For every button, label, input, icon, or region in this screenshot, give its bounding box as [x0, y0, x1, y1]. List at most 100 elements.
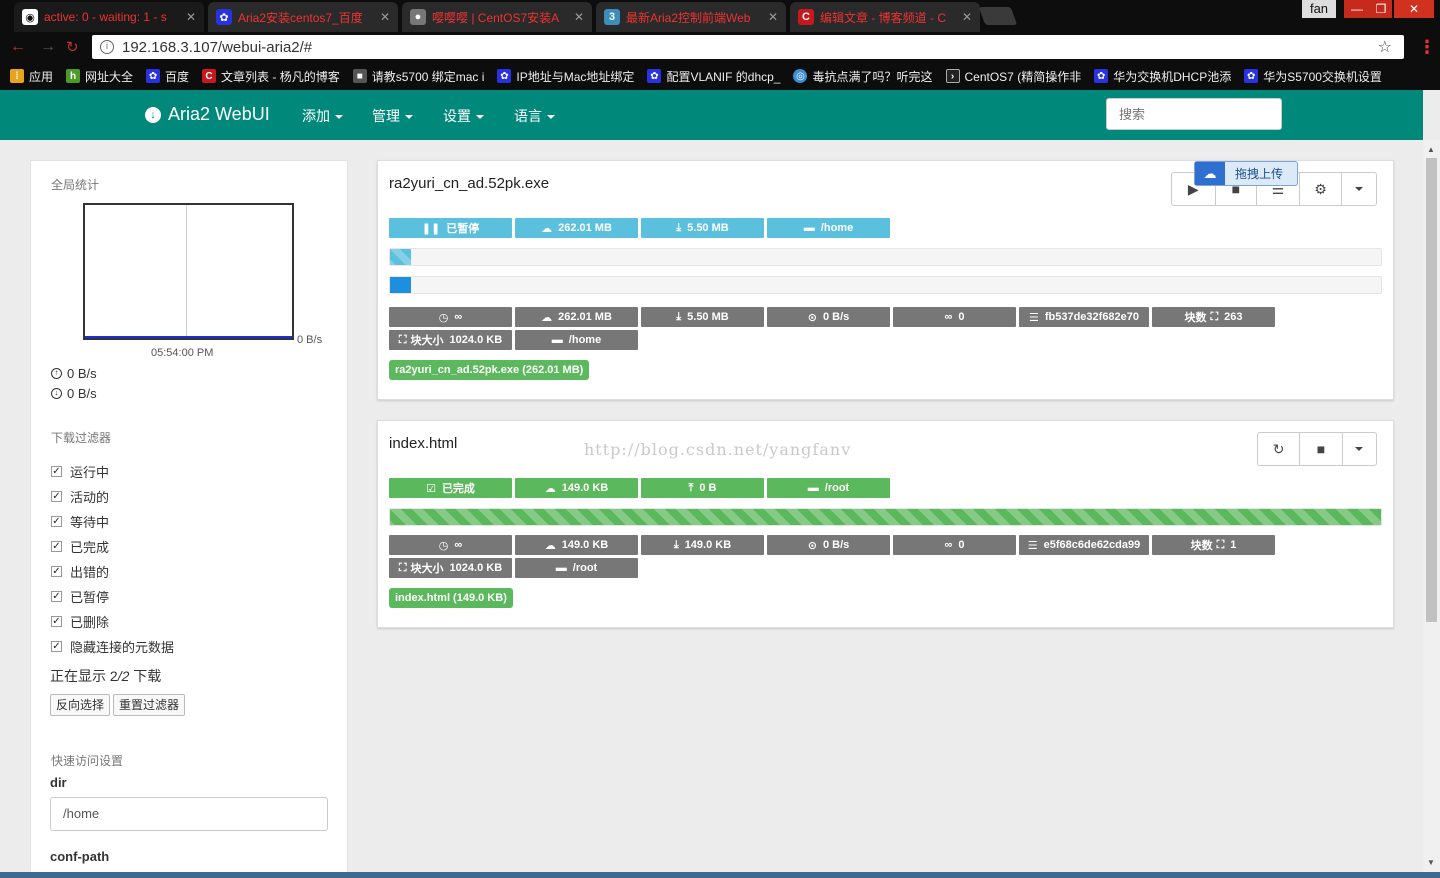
- bookmark-label: 文章列表 - 杨凡的博客: [221, 69, 340, 84]
- address-bar[interactable]: i 192.168.3.107/webui-aria2/# ☆: [92, 35, 1404, 59]
- restore-button[interactable]: ❐: [1370, 0, 1392, 18]
- checkbox[interactable]: ✓: [51, 591, 62, 602]
- check-square-icon: ☑: [426, 482, 436, 495]
- download-name: index.html: [389, 435, 458, 452]
- scroll-up-icon[interactable]: ▲: [1427, 145, 1435, 154]
- connections-badge: ∞ 0: [893, 307, 1016, 327]
- dir-text: /home: [820, 222, 854, 234]
- checkbox[interactable]: ✓: [51, 466, 62, 477]
- browser-tab[interactable]: 3 最新Aria2控制前端Web ✕: [596, 2, 786, 32]
- star-icon[interactable]: ☆: [1378, 37, 1392, 57]
- search-input[interactable]: [1106, 98, 1282, 130]
- bookmark-item[interactable]: ✿ 百度: [146, 68, 189, 85]
- checkbox[interactable]: ✓: [51, 566, 62, 577]
- browser-tab[interactable]: ◉ active: 0 - waiting: 1 - s ✕: [14, 2, 204, 32]
- dir-badge: ▬ /home: [515, 330, 638, 350]
- download-speed: ↓ 0 B/s: [51, 386, 97, 401]
- invert-selection-button[interactable]: 反向选择: [50, 694, 111, 716]
- close-tab-icon[interactable]: ✕: [768, 10, 778, 24]
- cloud-download-icon: ☁: [541, 222, 553, 235]
- stop-button[interactable]: ■: [1300, 433, 1343, 465]
- filter-removed[interactable]: ✓ 已删除: [51, 612, 109, 631]
- conf-path-label: conf-path: [50, 849, 110, 864]
- cloud-download-icon: ☁: [541, 311, 553, 324]
- global-stats-title: 全局统计: [51, 178, 100, 192]
- bookmark-item[interactable]: h 网址大全: [66, 68, 133, 85]
- filter-hide-metadata[interactable]: ✓ 隐藏连接的元数据: [51, 637, 174, 656]
- total-text: 262.01 MB: [558, 311, 612, 323]
- forward-icon[interactable]: →: [40, 38, 56, 56]
- graph-time-label: 05:54:00 PM: [151, 347, 214, 359]
- menu-add[interactable]: 添加: [302, 106, 343, 126]
- upload-speed-value: 0 B/s: [67, 366, 97, 381]
- checkbox[interactable]: ✓: [51, 491, 62, 502]
- drag-upload-widget[interactable]: ☁ 拖拽上传: [1194, 161, 1298, 186]
- checkbox[interactable]: ✓: [51, 516, 62, 527]
- brand[interactable]: ↓ Aria2 WebUI: [145, 104, 270, 125]
- filter-complete[interactable]: ✓ 已完成: [51, 537, 109, 556]
- csdn-icon: C: [202, 69, 217, 83]
- folder-icon: ▬: [551, 334, 563, 346]
- browser-tab[interactable]: ✿ Aria2安装centos7_百度 ✕: [208, 2, 398, 32]
- close-tab-icon[interactable]: ✕: [574, 10, 584, 24]
- bookmark-item[interactable]: C 文章列表 - 杨凡的博客: [202, 68, 340, 85]
- menu-settings[interactable]: 设置: [443, 106, 484, 126]
- menu-language[interactable]: 语言: [514, 106, 555, 126]
- bookmark-item[interactable]: ✿ 配置VLANIF 的dhcp_: [647, 68, 780, 85]
- new-tab-button[interactable]: [978, 7, 1018, 25]
- page-icon: ■: [352, 69, 367, 83]
- gid-text: fb537de32f682e70: [1044, 311, 1140, 323]
- more-dropdown-button[interactable]: [1343, 433, 1376, 465]
- checkbox[interactable]: ✓: [51, 616, 62, 627]
- file-badge[interactable]: ra2yuri_cn_ad.52pk.exe (262.01 MB): [389, 360, 590, 380]
- dir-input[interactable]: /home: [50, 797, 328, 831]
- filter-paused[interactable]: ✓ 已暂停: [51, 587, 109, 606]
- close-tab-icon[interactable]: ✕: [962, 10, 972, 24]
- checkbox[interactable]: ✓: [51, 541, 62, 552]
- download-name: ra2yuri_cn_ad.52pk.exe: [389, 175, 550, 192]
- browser-menu-icon[interactable]: ⋮: [1418, 37, 1436, 58]
- total-text: 149.0 KB: [561, 539, 609, 551]
- bookmark-item[interactable]: ✿ 华为S5700交换机设置: [1244, 68, 1382, 85]
- clock-icon: ◷: [438, 311, 449, 324]
- bookmark-item[interactable]: ✿ IP地址与Mac地址绑定: [497, 68, 634, 85]
- filter-running[interactable]: ✓ 运行中: [51, 462, 109, 481]
- browser-tab-title: Aria2安装centos7_百度: [238, 10, 363, 25]
- reload-icon[interactable]: ↻: [66, 38, 79, 56]
- url-text[interactable]: 192.168.3.107/webui-aria2/#: [122, 39, 312, 56]
- restart-button[interactable]: ↻: [1258, 433, 1301, 465]
- close-tab-icon[interactable]: ✕: [186, 10, 196, 24]
- filter-error[interactable]: ✓ 出错的: [51, 562, 109, 581]
- filter-label: 出错的: [70, 565, 110, 580]
- pause-icon: ❚❚: [421, 222, 441, 235]
- info-icon[interactable]: i: [100, 40, 114, 54]
- close-tab-icon[interactable]: ✕: [380, 10, 390, 24]
- reset-filters-button[interactable]: 重置过滤器: [113, 694, 186, 716]
- bookmark-item[interactable]: ■ 请教s5700 绑定mac i: [352, 68, 484, 85]
- checkbox[interactable]: ✓: [51, 641, 62, 652]
- file-badge[interactable]: index.html (149.0 KB): [389, 588, 513, 608]
- sitemap-icon: ⛶: [1216, 538, 1225, 551]
- bookmark-item[interactable]: › CentOS7 (精简操作非: [945, 68, 1081, 85]
- back-icon[interactable]: ←: [10, 38, 26, 56]
- filter-waiting[interactable]: ✓ 等待中: [51, 512, 109, 531]
- scroll-down-icon[interactable]: ▼: [1427, 858, 1435, 867]
- close-window-button[interactable]: ✕: [1394, 0, 1434, 18]
- settings-button[interactable]: ⚙: [1300, 173, 1343, 205]
- bookmark-label: 百度: [165, 69, 190, 84]
- bookmark-item[interactable]: ⁞ 应用: [10, 68, 53, 85]
- baidu-paw-icon: ✿: [647, 69, 662, 83]
- browser-tab[interactable]: C 编辑文章 - 博客频道 - C ✕: [790, 2, 980, 32]
- progress-bar: [389, 508, 1382, 526]
- minimize-button[interactable]: —: [1344, 0, 1370, 18]
- menu-manage[interactable]: 管理: [372, 106, 413, 126]
- sitemap-icon: ⛶: [398, 561, 407, 574]
- more-dropdown-button[interactable]: [1342, 173, 1376, 205]
- browser-tab[interactable]: ● 嘤嘤嘤 | CentOS7安装A ✕: [402, 2, 592, 32]
- profile-button[interactable]: fan: [1302, 0, 1336, 18]
- clock-icon: ◷: [438, 539, 449, 552]
- bookmark-item[interactable]: ◎ 毒抗点满了吗？听完这: [793, 68, 933, 85]
- filter-active[interactable]: ✓ 活动的: [51, 487, 109, 506]
- scrollbar-thumb[interactable]: [1426, 158, 1437, 622]
- bookmark-item[interactable]: ✿ 华为交换机DHCP池添: [1094, 68, 1231, 85]
